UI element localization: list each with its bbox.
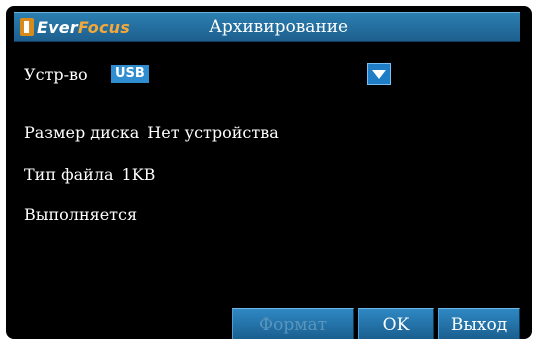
file-type-value: 1KB — [121, 165, 156, 184]
logo-text-focus: Focus — [77, 17, 130, 37]
device-screen: EverFocus Архивирование Устр-во USB Разм… — [6, 6, 532, 339]
file-type-row: Тип файла 1KB — [24, 165, 155, 184]
device-label: Устр-во — [24, 64, 88, 84]
disk-size-value: Нет устройства — [147, 123, 279, 142]
format-button[interactable]: Формат — [232, 308, 354, 339]
status-text: Выполняется — [24, 205, 138, 224]
device-selected-value[interactable]: USB — [111, 65, 149, 83]
dropdown-button[interactable] — [367, 63, 391, 85]
file-type-label: Тип файла — [24, 165, 114, 184]
ok-button[interactable]: OK — [358, 308, 434, 339]
chevron-down-icon — [372, 70, 386, 79]
exit-button[interactable]: Выход — [438, 308, 520, 339]
disk-size-label: Размер диска — [24, 123, 140, 142]
logo-text-ever: Ever — [37, 17, 78, 37]
device-select[interactable]: USB — [111, 63, 391, 85]
device-row: Устр-во — [24, 61, 88, 87]
everfocus-logo-icon — [20, 18, 34, 36]
title-bar: EverFocus Архивирование — [14, 12, 520, 42]
disk-size-row: Размер диска Нет устройства — [24, 123, 279, 142]
logo-text: EverFocus — [37, 18, 130, 37]
everfocus-logo: EverFocus — [20, 16, 130, 38]
window-title: Архивирование — [209, 17, 349, 37]
